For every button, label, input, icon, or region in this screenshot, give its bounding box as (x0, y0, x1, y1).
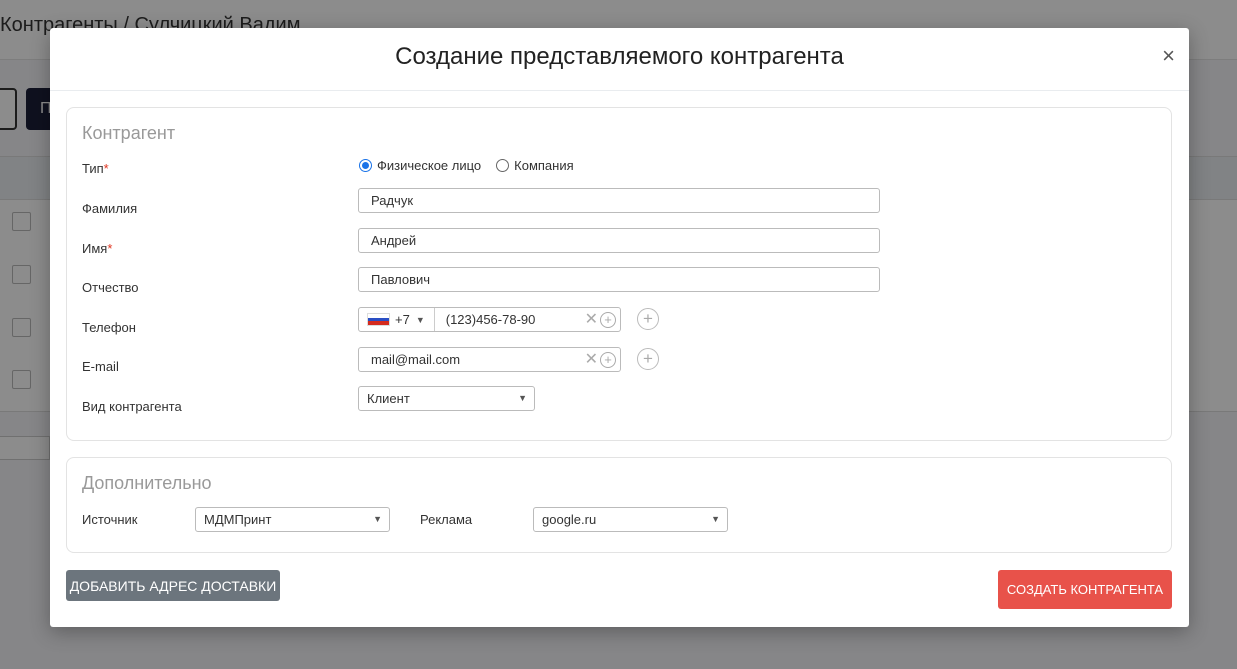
ad-select[interactable]: google.ru ▼ (533, 507, 728, 532)
create-contractor-modal: Создание представляемого контрагента × К… (50, 28, 1189, 627)
divider (433, 308, 435, 331)
close-icon[interactable]: × (1162, 45, 1175, 67)
modal-header: Создание представляемого контрагента × (50, 28, 1189, 91)
name-input[interactable]: Андрей (358, 228, 880, 253)
add-email-plus-icon[interactable]: + (637, 348, 659, 370)
surname-input[interactable]: Радчук (358, 188, 880, 213)
source-select[interactable]: МДМПринт ▼ (195, 507, 390, 532)
phone-field: +7 ▼ (123)456-78-90 ✕ + (358, 307, 621, 332)
chevron-down-icon: ▼ (518, 393, 527, 403)
radio-individual-label[interactable]: Физическое лицо (377, 158, 481, 173)
clear-icon[interactable]: ✕ (585, 311, 598, 328)
name-label: Имя* (82, 241, 113, 256)
required-mark: * (103, 161, 109, 176)
patronymic-input[interactable]: Павлович (358, 267, 880, 292)
create-contractor-button[interactable]: СОЗДАТЬ КОНТРАГЕНТА (998, 570, 1172, 609)
kind-select-value: Клиент (367, 391, 410, 406)
modal-title: Создание представляемого контрагента (395, 43, 844, 70)
radio-company[interactable] (496, 159, 510, 172)
contractor-section: Контрагент Тип* Физическое лицо Компания… (66, 107, 1172, 441)
kind-select[interactable]: Клиент ▼ (358, 386, 535, 411)
source-select-value: МДМПринт (204, 512, 272, 527)
plus-circle-icon[interactable]: + (600, 351, 616, 368)
source-label: Источник (82, 512, 138, 527)
ad-label: Реклама (420, 512, 473, 527)
plus-circle-icon[interactable]: + (600, 311, 616, 328)
russia-flag-icon[interactable] (367, 313, 390, 326)
add-delivery-address-button[interactable]: ДОБАВИТЬ АДРЕС ДОСТАВКИ (66, 570, 280, 601)
add-phone-plus-icon[interactable]: + (637, 308, 659, 330)
clear-icon[interactable]: ✕ (585, 351, 598, 368)
section-title: Контрагент (82, 123, 176, 143)
chevron-down-icon: ▼ (711, 514, 720, 524)
radio-company-label[interactable]: Компания (514, 158, 574, 173)
additional-section: Дополнительно Источник МДМПринт ▼ Реклам… (66, 457, 1172, 553)
email-input[interactable]: mail@mail.com (371, 352, 585, 367)
phone-country-code[interactable]: +7 (395, 312, 410, 327)
section-title: Дополнительно (82, 473, 212, 493)
required-mark: * (107, 241, 113, 256)
chevron-down-icon: ▼ (373, 514, 382, 524)
patronymic-label: Отчество (82, 280, 139, 295)
kind-label: Вид контрагента (82, 399, 182, 414)
type-radio-group: Физическое лицо Компания (359, 158, 589, 173)
phone-input[interactable]: (123)456-78-90 (446, 312, 585, 327)
phone-label: Телефон (82, 320, 136, 335)
ad-select-value: google.ru (542, 512, 597, 527)
surname-label: Фамилия (82, 201, 138, 216)
radio-individual[interactable] (359, 159, 372, 172)
email-field: mail@mail.com ✕ + (358, 347, 621, 372)
type-label: Тип* (82, 161, 109, 176)
email-label: E-mail (82, 359, 119, 374)
chevron-down-icon[interactable]: ▼ (416, 315, 425, 325)
